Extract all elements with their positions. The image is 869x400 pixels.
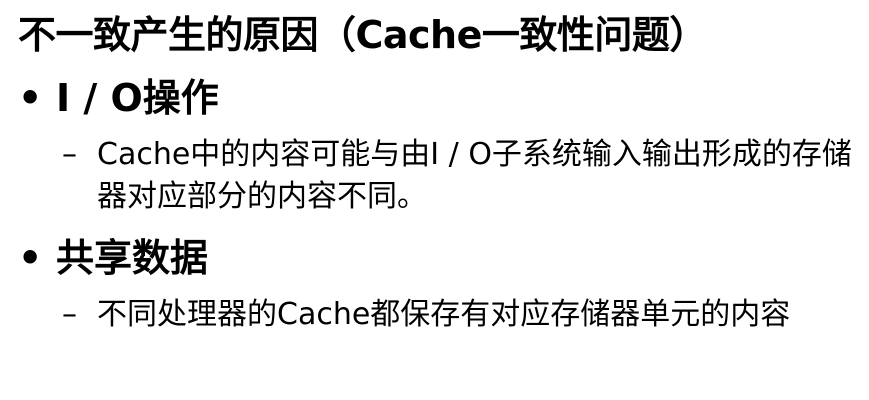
slide: 不一致产生的原因（Cache一致性问题） • I / O操作 – Cache中的内… [0, 0, 869, 400]
sub-bullet-text: Cache中的内容可能与由I / O子系统输入输出形成的存储器对应部分的内容不同… [97, 137, 852, 214]
sub-bullet-io-detail: – Cache中的内容可能与由I / O子系统输入输出形成的存储器对应部分的内容… [62, 134, 862, 218]
bullet-shared-data: • 共享数据 [18, 232, 208, 284]
bullet-io-operation: • I / O操作 [18, 72, 219, 124]
bullet-marker: • [18, 236, 43, 280]
sub-bullet-shared-detail: – 不同处理器的Cache都保存有对应存储器单元的内容 [62, 294, 862, 336]
sub-bullet-text: 不同处理器的Cache都保存有对应存储器单元的内容 [97, 297, 791, 332]
slide-title: 不一致产生的原因（Cache一致性问题） [18, 13, 707, 57]
bullet-marker: • [18, 76, 43, 120]
sub-bullet-marker: – [62, 137, 77, 172]
bullet-label: I / O操作 [56, 76, 219, 120]
bullet-label: 共享数据 [56, 236, 209, 280]
sub-bullet-marker: – [62, 297, 77, 332]
